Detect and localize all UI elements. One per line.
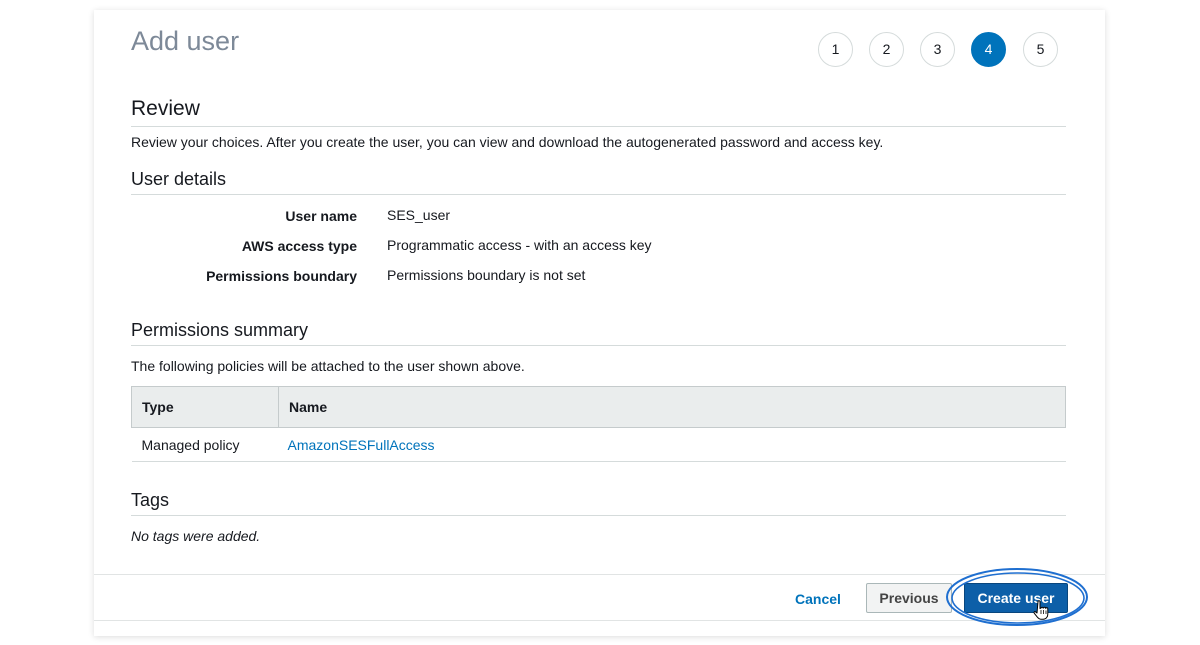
access-type-value: Programmatic access - with an access key	[387, 237, 652, 253]
step-1[interactable]: 1	[818, 32, 853, 67]
policies-table: Type Name Managed policy AmazonSESFullAc…	[131, 386, 1066, 462]
page-title: Add user	[131, 26, 240, 56]
divider	[131, 126, 1066, 127]
create-user-button[interactable]: Create user	[964, 583, 1068, 613]
no-tags-text: No tags were added.	[131, 528, 261, 544]
step-4-current[interactable]: 4	[971, 32, 1006, 67]
access-type-label: AWS access type	[241, 238, 357, 254]
step-5[interactable]: 5	[1023, 32, 1058, 67]
cancel-button[interactable]: Cancel	[780, 587, 856, 611]
permissions-boundary-value: Permissions boundary is not set	[387, 267, 586, 283]
table-row: Managed policy AmazonSESFullAccess	[131, 427, 1066, 462]
tags-heading: Tags	[131, 490, 170, 510]
user-name-value: SES_user	[387, 207, 451, 223]
footer-bottom-divider	[94, 620, 1105, 621]
divider	[131, 194, 1066, 195]
policy-name-link[interactable]: AmazonSESFullAccess	[278, 427, 1066, 462]
permissions-boundary-label: Permissions boundary	[206, 268, 357, 284]
permissions-description: The following policies will be attached …	[131, 358, 525, 374]
review-description: Review your choices. After you create th…	[131, 134, 884, 150]
user-details-heading: User details	[131, 169, 227, 189]
column-header-name: Name	[278, 386, 1066, 428]
policy-type-cell: Managed policy	[131, 427, 279, 462]
user-name-label: User name	[285, 208, 357, 224]
divider	[131, 345, 1066, 346]
step-2[interactable]: 2	[869, 32, 904, 67]
footer-divider	[94, 574, 1105, 575]
divider	[131, 515, 1066, 516]
review-heading: Review	[131, 97, 200, 120]
previous-button[interactable]: Previous	[866, 583, 952, 613]
table-header-row: Type Name	[131, 386, 1066, 428]
step-3[interactable]: 3	[920, 32, 955, 67]
column-header-type: Type	[131, 386, 279, 428]
permissions-summary-heading: Permissions summary	[131, 320, 309, 340]
